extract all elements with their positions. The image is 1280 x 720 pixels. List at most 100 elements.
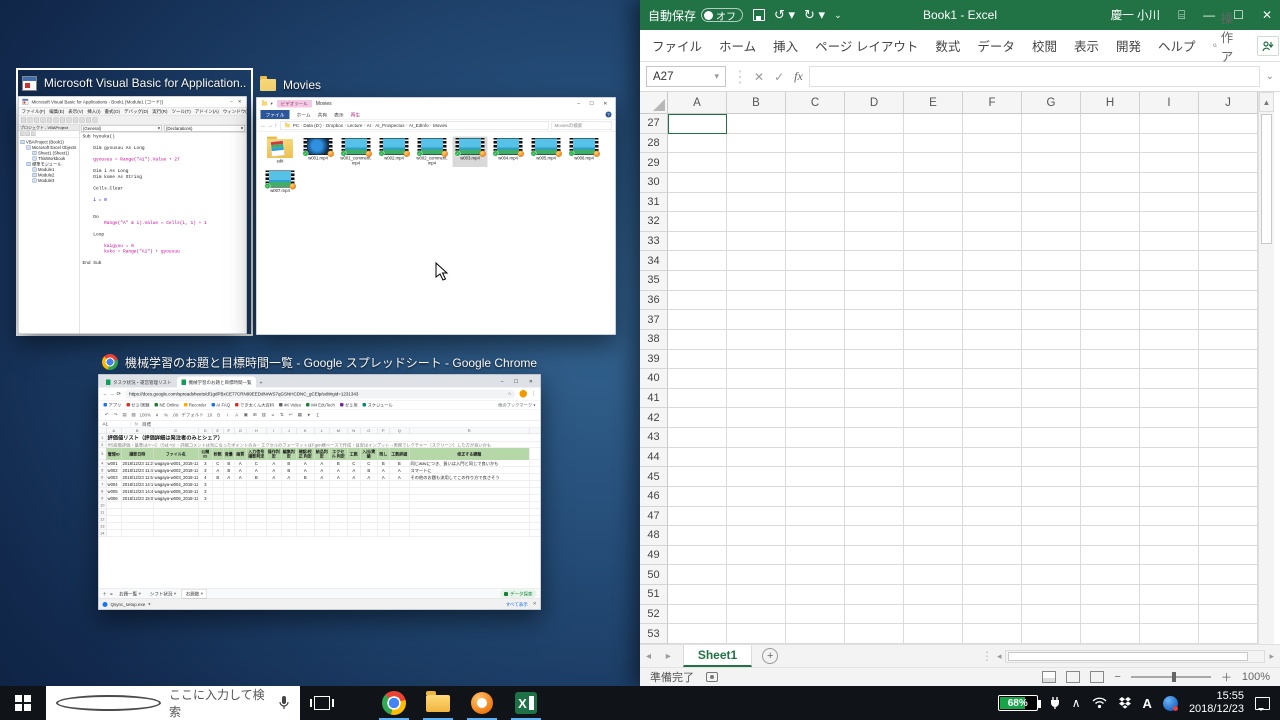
sheets-data-cell[interactable]: C [213, 460, 224, 467]
sheets-empty-cell[interactable] [154, 530, 199, 537]
sheets-data-cell[interactable]: A [224, 474, 235, 481]
ribbon-tab-6[interactable]: 校閲 [1032, 36, 1057, 55]
sheets-header-cell[interactable]: 秒数 [213, 448, 224, 460]
grid-cell[interactable] [1081, 526, 1140, 546]
sheets-data-cell[interactable]: wagaya-w006_2018-12-23 [154, 495, 199, 502]
grid-cell[interactable] [1022, 251, 1081, 271]
sheets-empty-cell[interactable] [361, 523, 378, 530]
grid-cell[interactable] [963, 271, 1022, 291]
sheets-data-cell[interactable]: A [267, 467, 282, 474]
sheets-header-cell[interactable]: ファイル名 [154, 448, 199, 460]
grid-cell[interactable] [1199, 291, 1258, 311]
grid-cell[interactable] [1081, 448, 1140, 468]
grid-cell[interactable] [1140, 546, 1199, 566]
undo-button[interactable]: ↺ ▾ [774, 7, 795, 23]
row-header[interactable]: 28 [640, 134, 668, 154]
row-header[interactable]: 40 [640, 369, 668, 389]
grid-cell[interactable] [668, 546, 727, 566]
grid-cell[interactable] [845, 369, 904, 389]
ribbon-tab-1[interactable]: ホーム [719, 36, 756, 55]
sheets-column-letter[interactable]: C [154, 428, 199, 434]
sheets-data-cell[interactable]: A [267, 474, 282, 481]
grid-cell[interactable] [1140, 134, 1199, 154]
zoom-in-button[interactable]: ＋ [1221, 669, 1232, 685]
vba-menu-item[interactable]: アドイン(A) [195, 108, 219, 115]
vba-code-pane[interactable]: (General)▾ (Declarations)▾ Sub hyouka() … [80, 125, 247, 334]
grid-cell[interactable] [963, 310, 1022, 330]
grid-cell[interactable] [727, 251, 786, 271]
sheets-empty-cell[interactable] [247, 509, 267, 516]
sheets-column-letter[interactable]: Q [390, 428, 410, 434]
sheets-empty-cell[interactable] [282, 509, 297, 516]
grid-cell[interactable] [786, 408, 845, 428]
sheets-header-cell[interactable]: 操作判定 [267, 448, 282, 460]
sheets-empty-cell[interactable] [297, 530, 315, 537]
sheets-empty-cell[interactable] [378, 502, 390, 509]
grid-cell[interactable] [904, 291, 963, 311]
all-sheets-icon[interactable]: ≡ [110, 591, 113, 596]
grid-cell[interactable] [845, 428, 904, 448]
grid-cell[interactable] [1022, 193, 1081, 213]
grid-cell[interactable] [1140, 408, 1199, 428]
grid-cell[interactable] [727, 408, 786, 428]
grid-cell[interactable] [668, 251, 727, 271]
add-sheet-icon[interactable]: ＋ [103, 591, 108, 598]
grid-cell[interactable] [727, 291, 786, 311]
zoom-select[interactable]: 100% [140, 412, 152, 417]
sheets-empty-cell[interactable] [199, 516, 213, 523]
grid-cell[interactable] [1140, 487, 1199, 507]
breadcrumb-segment[interactable]: AI_EdInfo [409, 123, 429, 128]
grid-cell[interactable] [904, 330, 963, 350]
sheets-data-cell[interactable]: wagaya-w002_2018-12-23 [154, 467, 199, 474]
grid-cell[interactable] [727, 114, 786, 134]
sheets-empty-cell[interactable] [282, 502, 297, 509]
grid-cell[interactable] [845, 507, 904, 527]
breadcrumb-segment[interactable]: Lecture [347, 123, 362, 128]
grid-cell[interactable] [786, 448, 845, 468]
bookmark-item[interactable]: NE Online [154, 402, 178, 407]
bookmark-star-icon[interactable]: ☆ [507, 391, 511, 397]
sheets-data-cell[interactable] [297, 495, 315, 502]
name-box[interactable]: A27▾ [646, 66, 726, 87]
grid-cell[interactable] [845, 232, 904, 252]
grid-cell[interactable] [1199, 134, 1258, 154]
sheets-empty-cell[interactable] [154, 516, 199, 523]
sheets-column-letter[interactable]: F [224, 428, 235, 434]
breadcrumb-segment[interactable]: AI [367, 123, 371, 128]
sheets-empty-cell[interactable] [267, 523, 282, 530]
grid-cell[interactable] [727, 428, 786, 448]
explorer-ribbon-tab[interactable]: ホーム [297, 111, 311, 118]
grid-cell[interactable] [904, 271, 963, 291]
grid-cell[interactable] [1140, 271, 1199, 291]
sheets-data-cell[interactable] [390, 481, 410, 488]
row-header[interactable]: 45 [640, 467, 668, 487]
row-header[interactable]: 34 [640, 251, 668, 271]
grid-cell[interactable] [845, 350, 904, 370]
sheets-data-cell[interactable]: A [235, 474, 247, 481]
grid-cell[interactable] [786, 428, 845, 448]
sheets-empty-cell[interactable] [213, 509, 224, 516]
row-header[interactable]: 46 [640, 487, 668, 507]
new-tab-button[interactable]: + [257, 380, 265, 388]
grid-cell[interactable] [1081, 467, 1140, 487]
bookmark-item[interactable]: Recorder [184, 402, 206, 407]
sheets-data-cell[interactable]: B [224, 467, 235, 474]
grid-cell[interactable] [786, 624, 845, 644]
explorer-window-controls[interactable]: – ☐ ✕ [577, 101, 611, 107]
grid-cell[interactable] [1081, 330, 1140, 350]
sheets-data-cell[interactable]: A [390, 474, 410, 481]
grid-cell[interactable] [963, 585, 1022, 605]
grid-cell[interactable] [1081, 114, 1140, 134]
sheets-empty-cell[interactable] [361, 530, 378, 537]
grid-cell[interactable] [727, 173, 786, 193]
row-header[interactable]: 36 [640, 291, 668, 311]
sheets-empty-cell[interactable] [330, 523, 348, 530]
sheets-data-cell[interactable]: B [297, 474, 315, 481]
save-button[interactable] [753, 9, 765, 21]
grid-cell[interactable] [1140, 350, 1199, 370]
grid-cell[interactable] [668, 624, 727, 644]
row-header[interactable]: 47 [640, 507, 668, 527]
sheets-empty-cell[interactable] [410, 530, 530, 537]
sheets-data-cell[interactable]: 2018/12/23 11:44 [122, 467, 154, 474]
microphone-icon[interactable] [278, 695, 290, 711]
